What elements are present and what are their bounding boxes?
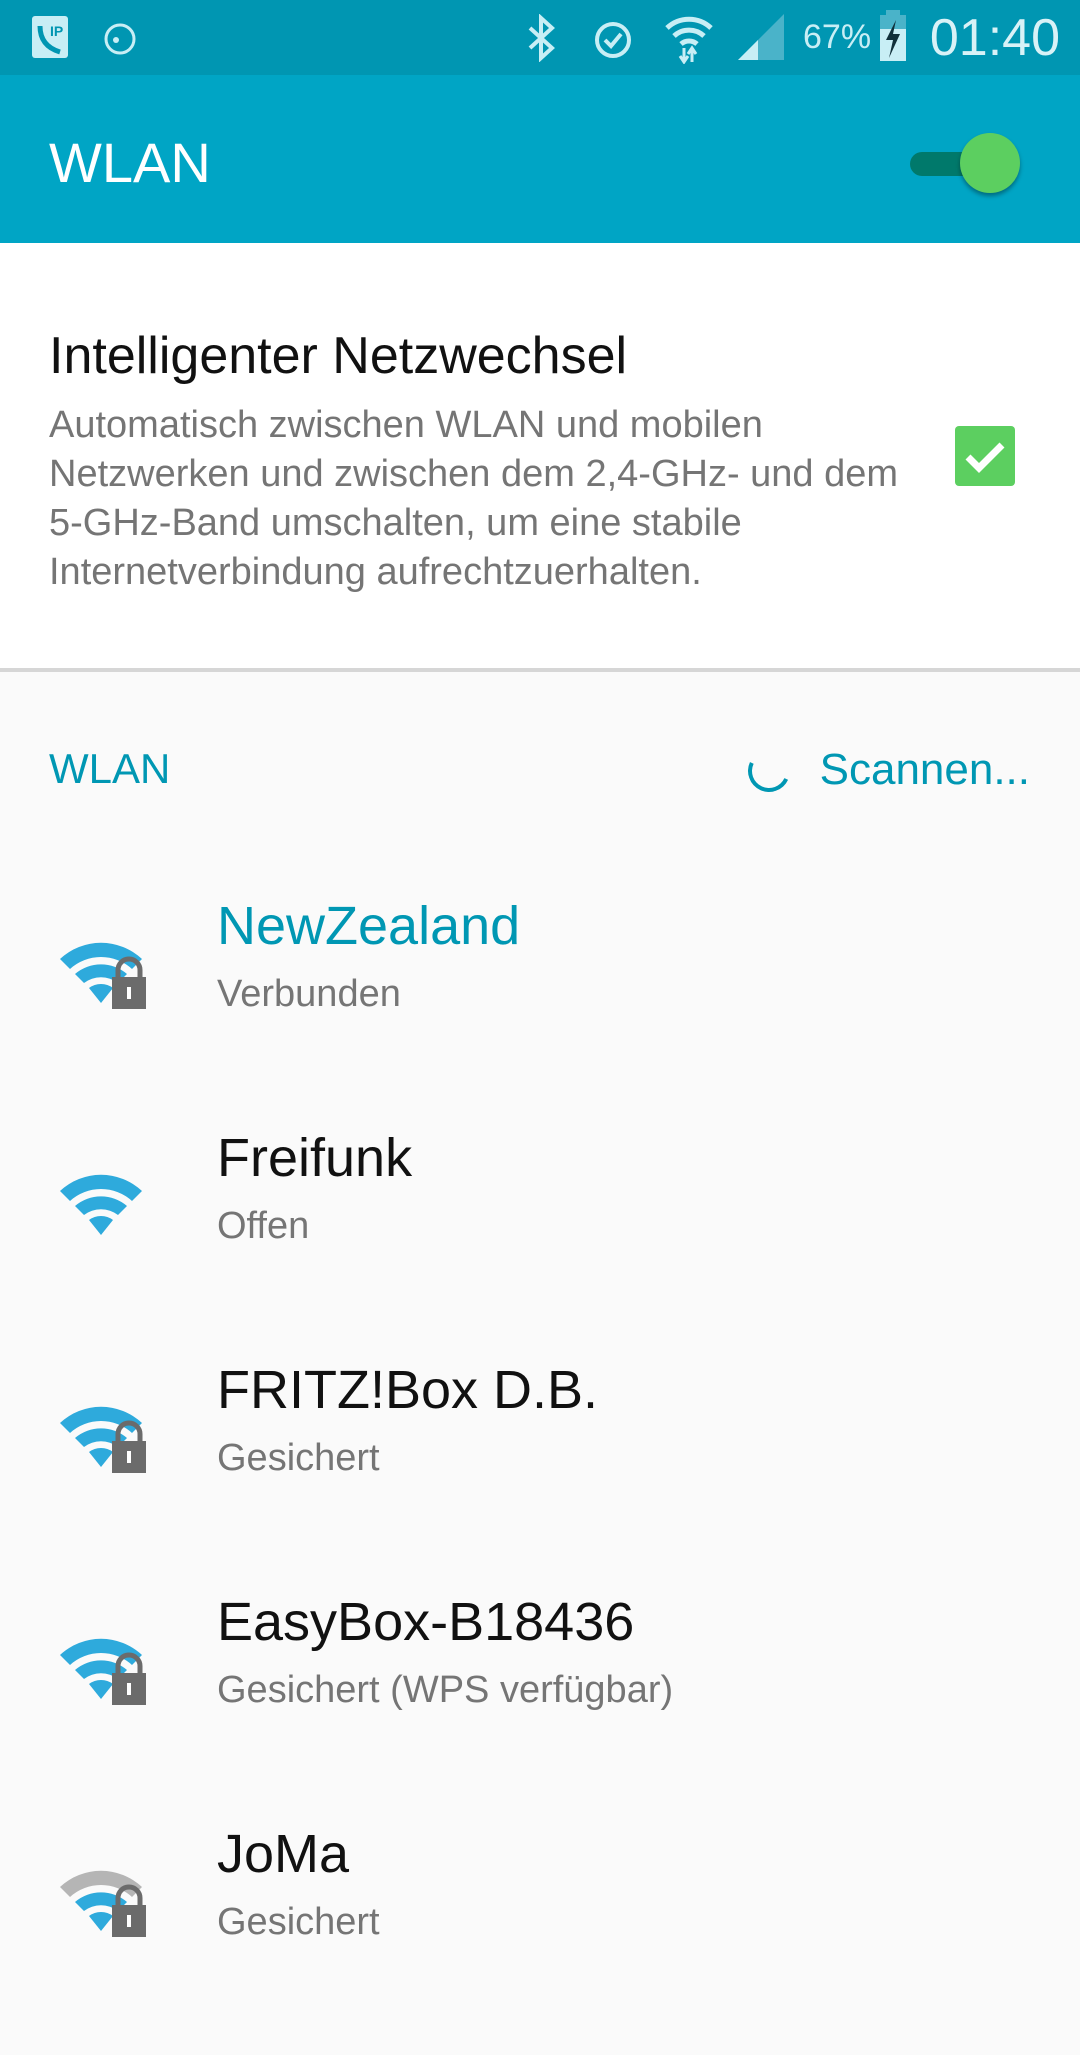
check-icon [965, 442, 1005, 473]
network-status: Offen [217, 1205, 310, 1247]
bluetooth-icon [528, 14, 555, 62]
status-bar: IP 67% 01:40 [0, 0, 1080, 75]
network-status: Gesichert [217, 1437, 380, 1479]
setting-title: Intelligenter Netzwechsel [49, 327, 628, 385]
network-name: EasyBox-B18436 [217, 1592, 635, 1652]
network-item[interactable]: Freifunk Offen [0, 1127, 1080, 1359]
wifi-lock-icon [60, 1870, 146, 1937]
app-bar: WLAN [0, 75, 1080, 243]
smart-network-switch-setting[interactable]: Intelligenter Netzwechsel Automatisch zw… [0, 243, 1080, 668]
network-item[interactable]: JoMa Gesichert [0, 1823, 1080, 2055]
toggle-thumb [960, 133, 1020, 193]
battery-percent: 67% [803, 18, 872, 56]
network-status: Gesichert [217, 1901, 380, 1943]
voip-call-icon: IP [32, 16, 68, 58]
network-name: NewZealand [217, 896, 521, 956]
wlan-toggle[interactable] [910, 130, 1025, 200]
wifi-lock-icon [60, 1406, 146, 1473]
page-title: WLAN [49, 131, 211, 194]
battery-charging-icon [880, 10, 906, 61]
clock: 01:40 [929, 9, 1060, 67]
network-status: Verbunden [217, 973, 401, 1015]
setting-description: Automatisch zwischen WLAN und mobilen Ne… [49, 404, 899, 593]
alarm-icon [104, 23, 136, 55]
network-name: Freifunk [217, 1128, 413, 1188]
network-item[interactable]: FRITZ!Box D.B. Gesichert [0, 1359, 1080, 1591]
section-header: WLAN [49, 745, 171, 792]
network-item[interactable]: NewZealand Verbunden [0, 895, 1080, 1127]
network-name: JoMa [217, 1824, 350, 1884]
scan-button[interactable]: Scannen... [820, 745, 1030, 795]
smart-switch-checkbox[interactable] [955, 426, 1015, 486]
wifi-data-icon [665, 16, 713, 64]
divider [0, 668, 1080, 672]
svg-text:IP: IP [50, 23, 63, 39]
network-status: Gesichert (WPS verfügbar) [217, 1669, 674, 1711]
network-item[interactable]: EasyBox-B18436 Gesichert (WPS verfügbar) [0, 1591, 1080, 1823]
wifi-lock-icon [60, 942, 146, 1009]
scanning-spinner-icon [742, 744, 796, 798]
alarm-check-icon [595, 22, 631, 58]
network-name: FRITZ!Box D.B. [217, 1360, 599, 1420]
wifi-lock-icon [60, 1638, 146, 1705]
signal-icon [738, 14, 784, 60]
wifi-icon [60, 1174, 142, 1235]
